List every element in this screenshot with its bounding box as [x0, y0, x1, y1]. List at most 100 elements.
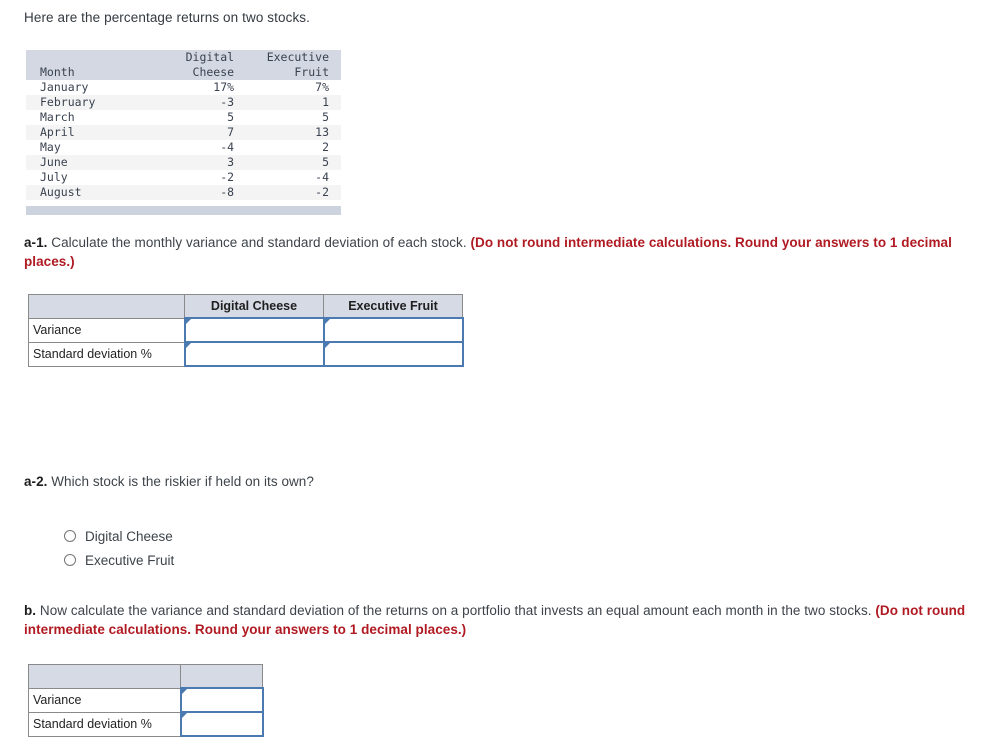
cell-executive-fruit: 7% — [246, 80, 341, 95]
cell-digital-cheese: 7 — [154, 125, 247, 140]
question-a2-body: Which stock is the riskier if held on it… — [47, 474, 314, 489]
answer-b-stddev-cell[interactable] — [179, 711, 264, 737]
answer-a1-stddev-digital-cheese-input[interactable] — [185, 343, 323, 365]
cell-month: May — [26, 140, 155, 155]
column-header-executive-fruit-line1: Executive — [266, 50, 329, 64]
answer-a1-header-digital-cheese: Digital Cheese — [184, 294, 324, 319]
table-row: August -8 -2 — [26, 185, 341, 200]
table-row: June 3 5 — [26, 155, 341, 170]
cell-executive-fruit: 1 — [246, 95, 341, 110]
cell-month: July — [26, 170, 155, 185]
intro-text: Here are the percentage returns on two s… — [24, 10, 310, 25]
answer-table-b: Variance Standard deviation % — [28, 664, 264, 737]
answer-table-a1-head: Digital Cheese Executive Fruit — [28, 294, 463, 319]
answer-b-variance-input[interactable] — [181, 689, 262, 711]
table-row: Variance — [28, 687, 264, 713]
radio-option-digital-cheese[interactable]: Digital Cheese — [64, 524, 174, 548]
returns-table-header-row: Month Digital Cheese Executive Fruit — [26, 50, 341, 80]
table-row: Standard deviation % — [28, 711, 264, 737]
table-row: January 17% 7% — [26, 80, 341, 95]
question-b-label: b. — [24, 603, 37, 618]
column-header-digital-cheese-line2: Cheese — [192, 65, 235, 79]
cell-month: January — [26, 80, 155, 95]
answer-a1-variance-executive-fruit-cell[interactable] — [322, 317, 464, 343]
cell-executive-fruit: 5 — [246, 110, 341, 125]
answer-a1-variance-executive-fruit-input[interactable] — [324, 319, 462, 341]
answer-a1-stddev-digital-cheese-cell[interactable] — [183, 341, 325, 367]
column-header-month: Month — [26, 50, 155, 80]
answer-table-a1: Digital Cheese Executive Fruit Variance … — [28, 294, 464, 367]
table-row: February -3 1 — [26, 95, 341, 110]
column-header-month-label: Month — [40, 65, 75, 79]
triangle-marker-icon — [181, 689, 187, 694]
answer-b-variance-cell[interactable] — [179, 687, 264, 713]
table-row: Variance — [28, 317, 464, 343]
cell-month: August — [26, 185, 155, 200]
question-b: b. Now calculate the variance and standa… — [24, 601, 970, 639]
table-row: March 5 5 — [26, 110, 341, 125]
answer-a1-stddev-executive-fruit-input[interactable] — [324, 343, 462, 365]
question-a2-label: a-2. — [24, 474, 48, 489]
question-a1-label: a-1. — [24, 235, 48, 250]
returns-data-table: Month Digital Cheese Executive Fruit Jan… — [26, 50, 341, 200]
radio-label-digital-cheese: Digital Cheese — [85, 528, 173, 544]
answer-a1-row-label-variance: Variance — [28, 317, 185, 343]
returns-table-body: January 17% 7% February -3 1 March 5 5 A… — [26, 80, 341, 200]
answer-table-b-body: Variance Standard deviation % — [28, 687, 264, 737]
table-row: April 7 13 — [26, 125, 341, 140]
answer-b-stddev-input[interactable] — [181, 713, 262, 735]
triangle-marker-icon — [181, 713, 187, 718]
cell-executive-fruit: 2 — [246, 140, 341, 155]
column-header-digital-cheese: Digital Cheese — [154, 50, 247, 80]
answer-b-row-label-stddev: Standard deviation % — [28, 711, 181, 737]
answer-b-header-blank-2 — [180, 664, 263, 689]
column-header-digital-cheese-line1: Digital — [185, 50, 235, 64]
column-header-month-spacer — [40, 50, 155, 65]
question-a1: a-1. Calculate the monthly variance and … — [24, 233, 964, 271]
answer-b-header-blank-1 — [28, 664, 181, 689]
triangle-marker-icon — [324, 343, 330, 348]
cell-digital-cheese: 17% — [154, 80, 247, 95]
answer-a1-variance-digital-cheese-input[interactable] — [185, 319, 323, 341]
cell-month: June — [26, 155, 155, 170]
cell-digital-cheese: 5 — [154, 110, 247, 125]
cell-executive-fruit: 13 — [246, 125, 341, 140]
cell-month: April — [26, 125, 155, 140]
returns-data-table-container: Month Digital Cheese Executive Fruit Jan… — [26, 50, 341, 215]
answer-table-a1-header-row: Digital Cheese Executive Fruit — [28, 294, 463, 319]
cell-digital-cheese: -8 — [154, 185, 247, 200]
answer-table-b-head — [28, 664, 263, 689]
returns-table-head: Month Digital Cheese Executive Fruit — [26, 50, 341, 80]
radio-circle-icon[interactable] — [64, 530, 76, 542]
cell-executive-fruit: 5 — [246, 155, 341, 170]
question-b-body: Now calculate the variance and standard … — [36, 603, 876, 618]
radio-circle-icon[interactable] — [64, 554, 76, 566]
answer-table-b-header-row — [28, 664, 263, 689]
cell-month: February — [26, 95, 155, 110]
column-header-executive-fruit-line2: Fruit — [294, 65, 329, 79]
cell-executive-fruit: -2 — [246, 185, 341, 200]
question-a1-body: Calculate the monthly variance and stand… — [47, 235, 471, 250]
question-a2: a-2. Which stock is the riskier if held … — [24, 472, 724, 491]
triangle-marker-icon — [185, 319, 191, 324]
cell-digital-cheese: -4 — [154, 140, 247, 155]
radio-option-executive-fruit[interactable]: Executive Fruit — [64, 548, 174, 572]
radio-label-executive-fruit: Executive Fruit — [85, 552, 175, 568]
question-a2-radio-group: Digital Cheese Executive Fruit — [64, 524, 174, 572]
answer-a1-variance-digital-cheese-cell[interactable] — [183, 317, 325, 343]
cell-executive-fruit: -4 — [246, 170, 341, 185]
answer-a1-stddev-executive-fruit-cell[interactable] — [322, 341, 464, 367]
answer-b-row-label-variance: Variance — [28, 687, 181, 713]
answer-a1-row-label-stddev: Standard deviation % — [28, 341, 185, 367]
cell-digital-cheese: -3 — [154, 95, 247, 110]
cell-digital-cheese: 3 — [154, 155, 247, 170]
answer-a1-header-executive-fruit: Executive Fruit — [323, 294, 463, 319]
cell-month: March — [26, 110, 155, 125]
returns-table-footer-bar — [26, 206, 341, 215]
table-row: Standard deviation % — [28, 341, 464, 367]
answer-table-a1-body: Variance Standard deviation % — [28, 317, 464, 367]
triangle-marker-icon — [324, 319, 330, 324]
triangle-marker-icon — [185, 343, 191, 348]
answer-a1-header-blank — [28, 294, 185, 319]
cell-digital-cheese: -2 — [154, 170, 247, 185]
